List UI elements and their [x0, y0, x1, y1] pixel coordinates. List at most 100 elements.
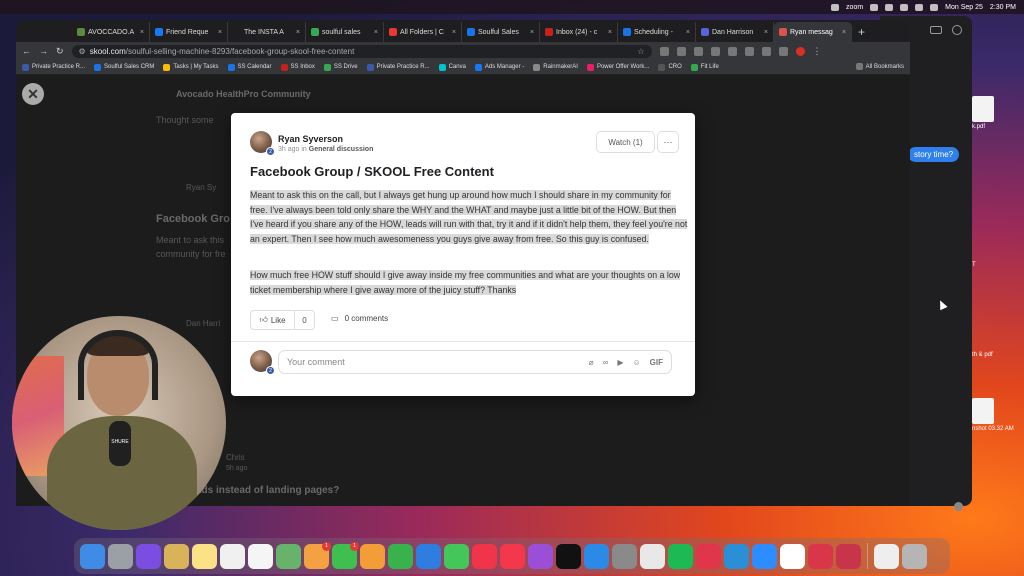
- spotlight-icon[interactable]: [930, 3, 939, 11]
- tab-close-icon[interactable]: ×: [296, 29, 300, 36]
- extension-icon[interactable]: [761, 46, 771, 56]
- bookmark-item[interactable]: Canva: [438, 63, 466, 71]
- dock-cast-app-icon[interactable]: [836, 543, 861, 569]
- reload-icon[interactable]: ↻: [56, 46, 64, 57]
- browser-tab[interactable]: Ryan messag ×: [774, 22, 852, 42]
- dock-zoom-icon[interactable]: [752, 543, 777, 569]
- dock-podcasts-icon[interactable]: [528, 543, 553, 569]
- tab-close-icon[interactable]: ×: [140, 29, 144, 36]
- browser-tab[interactable]: AVOCCADO.A ×: [72, 22, 150, 42]
- desktop-file[interactable]: T: [972, 262, 1022, 268]
- dock-numbers-icon[interactable]: [388, 543, 413, 569]
- dock-music-icon[interactable]: [500, 543, 525, 569]
- info-icon[interactable]: [952, 25, 962, 35]
- extension-icon[interactable]: [676, 46, 686, 56]
- browser-tab[interactable]: Dan Harrison ×: [696, 22, 774, 42]
- dock-reminders-icon[interactable]: [248, 543, 273, 569]
- browser-tab[interactable]: All Folders | C ×: [384, 22, 462, 42]
- new-tab-button[interactable]: +: [858, 22, 865, 42]
- youtube-icon[interactable]: ▶: [617, 358, 623, 367]
- gif-button[interactable]: GIF: [650, 358, 663, 367]
- user-avatar[interactable]: 2: [250, 350, 275, 375]
- post-category[interactable]: General discussion: [309, 146, 374, 153]
- video-camera-icon[interactable]: [930, 26, 942, 34]
- tab-close-icon[interactable]: ×: [452, 29, 456, 36]
- like-button[interactable]: 👍︎ Like: [250, 310, 295, 330]
- link-icon[interactable]: ∞: [603, 358, 609, 367]
- dock-notes-icon[interactable]: [192, 543, 217, 569]
- dock-messages-icon[interactable]: [444, 543, 469, 569]
- comment-input[interactable]: Your comment ⌀ ∞ ▶ ☺ GIF: [278, 350, 672, 374]
- close-modal-button[interactable]: ✕: [22, 83, 44, 105]
- bookmark-item[interactable]: Private Practice R...: [22, 63, 85, 71]
- tab-close-icon[interactable]: ×: [530, 29, 534, 36]
- tab-close-icon[interactable]: ×: [842, 29, 846, 36]
- browser-tab[interactable]: soulful sales ×: [306, 22, 384, 42]
- author-avatar[interactable]: 2: [250, 131, 275, 156]
- tab-close-icon[interactable]: ×: [374, 29, 378, 36]
- wifi-status-icon[interactable]: [870, 3, 879, 11]
- dock-app-store-icon[interactable]: [584, 543, 609, 569]
- desktop-file[interactable]: th & pdf: [972, 352, 1022, 358]
- tab-close-icon[interactable]: ×: [764, 29, 768, 36]
- downloads-icon[interactable]: [778, 46, 788, 56]
- menubar-zoom[interactable]: zoom: [846, 4, 863, 11]
- bookmark-star-icon[interactable]: ☆: [637, 47, 644, 56]
- bookmark-item[interactable]: CRO: [658, 63, 682, 71]
- menubar-time[interactable]: 2:30 PM: [990, 4, 1016, 11]
- author-name[interactable]: Ryan Syverson: [278, 134, 343, 144]
- dock-live-app-icon[interactable]: [808, 543, 833, 569]
- recording-icon[interactable]: [831, 3, 840, 11]
- bookmark-item[interactable]: Soulful Sales CRM: [94, 63, 154, 71]
- dock-edge-icon[interactable]: [724, 543, 749, 569]
- attachment-icon[interactable]: ⌀: [589, 358, 594, 367]
- more-options-button[interactable]: ···: [657, 131, 679, 153]
- dock-slack-icon[interactable]: [780, 543, 805, 569]
- browser-tab[interactable]: Inbox (24) - c ×: [540, 22, 618, 42]
- dock-photos-icon[interactable]: 1: [304, 541, 331, 569]
- tab-close-icon[interactable]: ×: [608, 29, 612, 36]
- control-center-icon[interactable]: [915, 3, 924, 11]
- bookmark-item[interactable]: Ads Manager -: [474, 63, 524, 71]
- emoji-icon[interactable]: ☺: [632, 358, 640, 367]
- dock-spotify-icon[interactable]: [668, 543, 693, 569]
- bookmark-item[interactable]: Private Practice R...: [366, 63, 430, 71]
- desktop-file[interactable]: k.pdf: [972, 96, 1022, 130]
- all-bookmarks-button[interactable]: All Bookmarks: [855, 63, 904, 70]
- extension-icon[interactable]: [744, 46, 754, 56]
- profile-avatar[interactable]: [795, 46, 805, 56]
- dock-news-icon[interactable]: [472, 543, 497, 569]
- extension-icon[interactable]: [693, 46, 703, 56]
- forward-icon[interactable]: →: [39, 46, 48, 56]
- extension-icon[interactable]: [710, 46, 720, 56]
- menubar-date[interactable]: Mon Sep 25: [945, 4, 983, 11]
- dock-finder-icon[interactable]: [80, 543, 105, 569]
- bookmark-item[interactable]: SS Inbox: [280, 63, 315, 71]
- dock-keynote-icon[interactable]: [416, 543, 441, 569]
- battery-icon[interactable]: [900, 3, 909, 11]
- browser-tab[interactable]: Scheduling - ×: [618, 22, 696, 42]
- watch-button[interactable]: Watch (1): [596, 131, 655, 153]
- browser-tab[interactable]: Soulful Sales ×: [462, 22, 540, 42]
- dock-freeform-icon[interactable]: [220, 543, 245, 569]
- desktop-file[interactable]: nshot 03.32 AM: [972, 398, 1022, 432]
- dock-maps-icon[interactable]: [276, 543, 301, 569]
- bookmark-item[interactable]: Tasks | My Tasks: [163, 63, 219, 71]
- site-info-icon[interactable]: ⚙: [79, 47, 86, 56]
- dock-launchpad-icon[interactable]: [108, 543, 133, 569]
- comments-link[interactable]: ▭ 0 comments: [331, 314, 388, 323]
- dock-facetime-icon[interactable]: 1: [332, 541, 359, 569]
- dock-documents-icon[interactable]: [874, 543, 899, 569]
- dock-trash-icon[interactable]: [902, 543, 927, 569]
- bookmark-item[interactable]: RainmakerAI: [533, 63, 578, 71]
- dock-siri-icon[interactable]: [136, 543, 161, 569]
- dock-apple-tv-icon[interactable]: [556, 543, 581, 569]
- bookmark-item[interactable]: SS Drive: [323, 63, 358, 71]
- bookmark-item[interactable]: SS Calendar: [227, 63, 272, 71]
- extension-icon[interactable]: [659, 46, 669, 56]
- tab-close-icon[interactable]: ×: [686, 29, 690, 36]
- address-bar[interactable]: ⚙ skool.com/soulful-selling-machine-8293…: [71, 44, 652, 58]
- browser-tab[interactable]: The INSTA A ×: [228, 22, 306, 42]
- bluetooth-icon[interactable]: [885, 3, 894, 11]
- menu-icon[interactable]: ⋮: [813, 46, 822, 57]
